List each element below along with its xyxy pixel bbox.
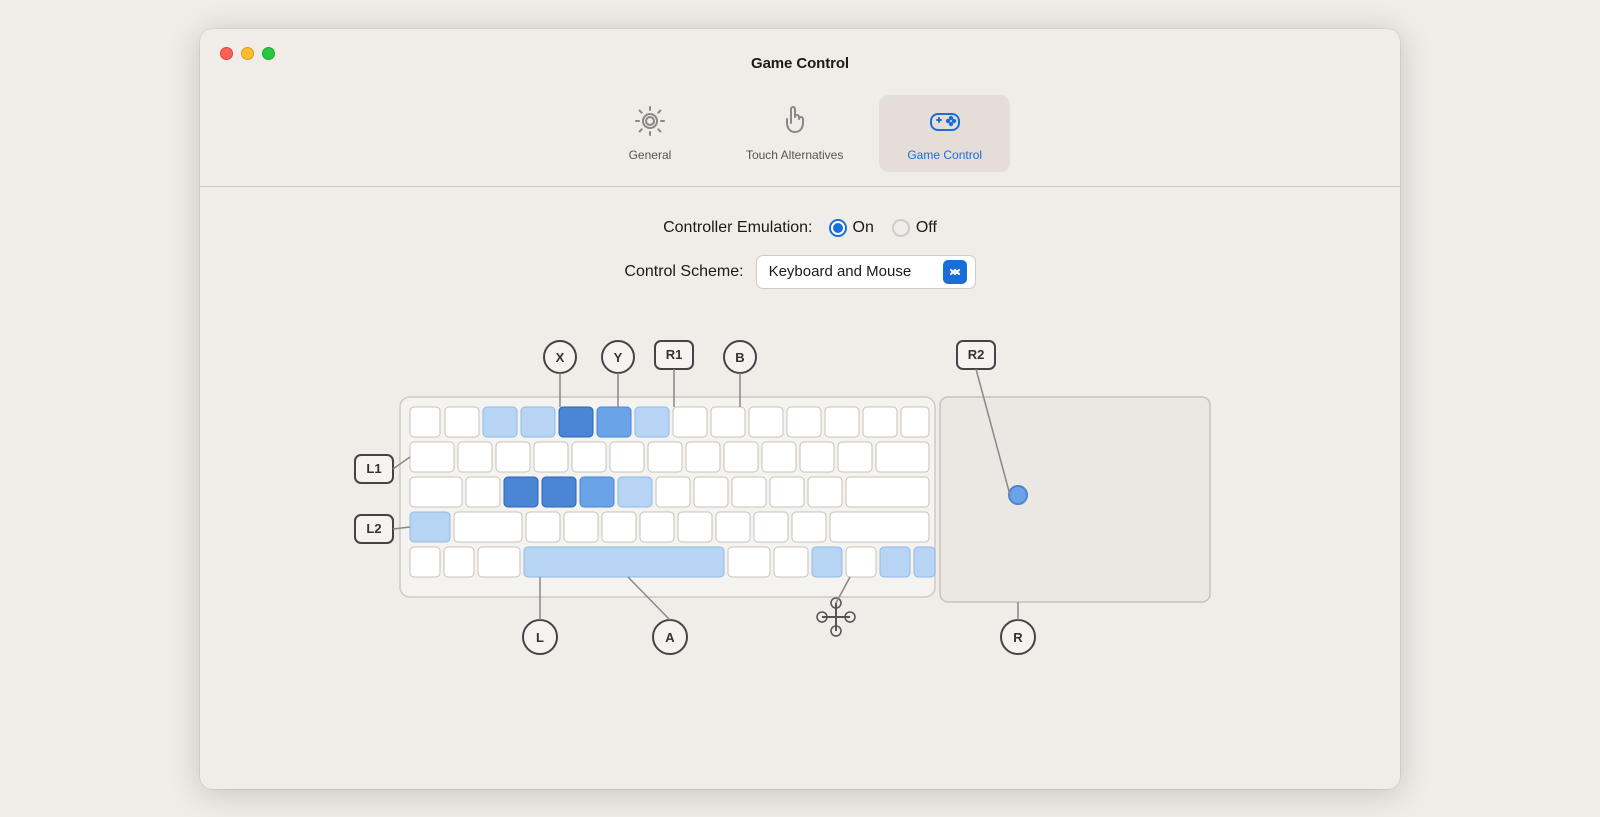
svg-text:L: L [536, 630, 544, 645]
radio-off-label: Off [916, 219, 937, 237]
radio-on-circle[interactable] [829, 219, 847, 237]
gear-icon [634, 105, 666, 142]
radio-off-circle[interactable] [892, 219, 910, 237]
emulation-label: Controller Emulation: [663, 219, 812, 237]
tab-game-control-label: Game Control [907, 148, 982, 162]
content-area: Controller Emulation: On Off Control Sch… [200, 187, 1400, 789]
title-bar: Game Control [200, 29, 1400, 81]
tab-general-label: General [629, 148, 672, 162]
minimize-button[interactable] [241, 47, 254, 60]
radio-on-label: On [853, 219, 874, 237]
traffic-lights [220, 47, 275, 60]
svg-text:R1: R1 [666, 347, 683, 362]
tab-game-control[interactable]: Game Control [879, 95, 1010, 172]
main-window: Game Control General Touch Alternatives [200, 29, 1400, 789]
tab-touch-label: Touch Alternatives [746, 148, 843, 162]
select-chevron-icon[interactable] [943, 260, 967, 284]
diagram-container: X Y R1 B R2 L1 [350, 327, 1250, 747]
svg-text:A: A [665, 630, 675, 645]
svg-text:R: R [1013, 630, 1023, 645]
radio-off[interactable]: Off [892, 219, 937, 237]
svg-text:L2: L2 [366, 521, 381, 536]
tab-touch-alternatives[interactable]: Touch Alternatives [718, 95, 871, 172]
svg-text:L1: L1 [366, 461, 381, 476]
control-scheme-row: Control Scheme: Keyboard and Mouse [240, 255, 1360, 289]
control-scheme-label: Control Scheme: [624, 263, 743, 281]
control-scheme-select[interactable]: Keyboard and Mouse [756, 255, 976, 289]
emulation-row: Controller Emulation: On Off [240, 219, 1360, 237]
window-title: Game Control [220, 55, 1380, 72]
svg-text:Y: Y [614, 350, 623, 365]
control-scheme-value: Keyboard and Mouse [769, 263, 933, 280]
gamepad-icon [929, 105, 961, 142]
emulation-radio-group: On Off [829, 219, 937, 237]
maximize-button[interactable] [262, 47, 275, 60]
svg-text:R2: R2 [968, 347, 985, 362]
hand-icon [779, 105, 811, 142]
tab-general[interactable]: General [590, 95, 710, 172]
diagram-svg: X Y R1 B R2 L1 [350, 327, 1250, 747]
toolbar: General Touch Alternatives [200, 81, 1400, 172]
radio-on[interactable]: On [829, 219, 874, 237]
svg-text:B: B [735, 350, 744, 365]
close-button[interactable] [220, 47, 233, 60]
svg-text:X: X [556, 350, 565, 365]
